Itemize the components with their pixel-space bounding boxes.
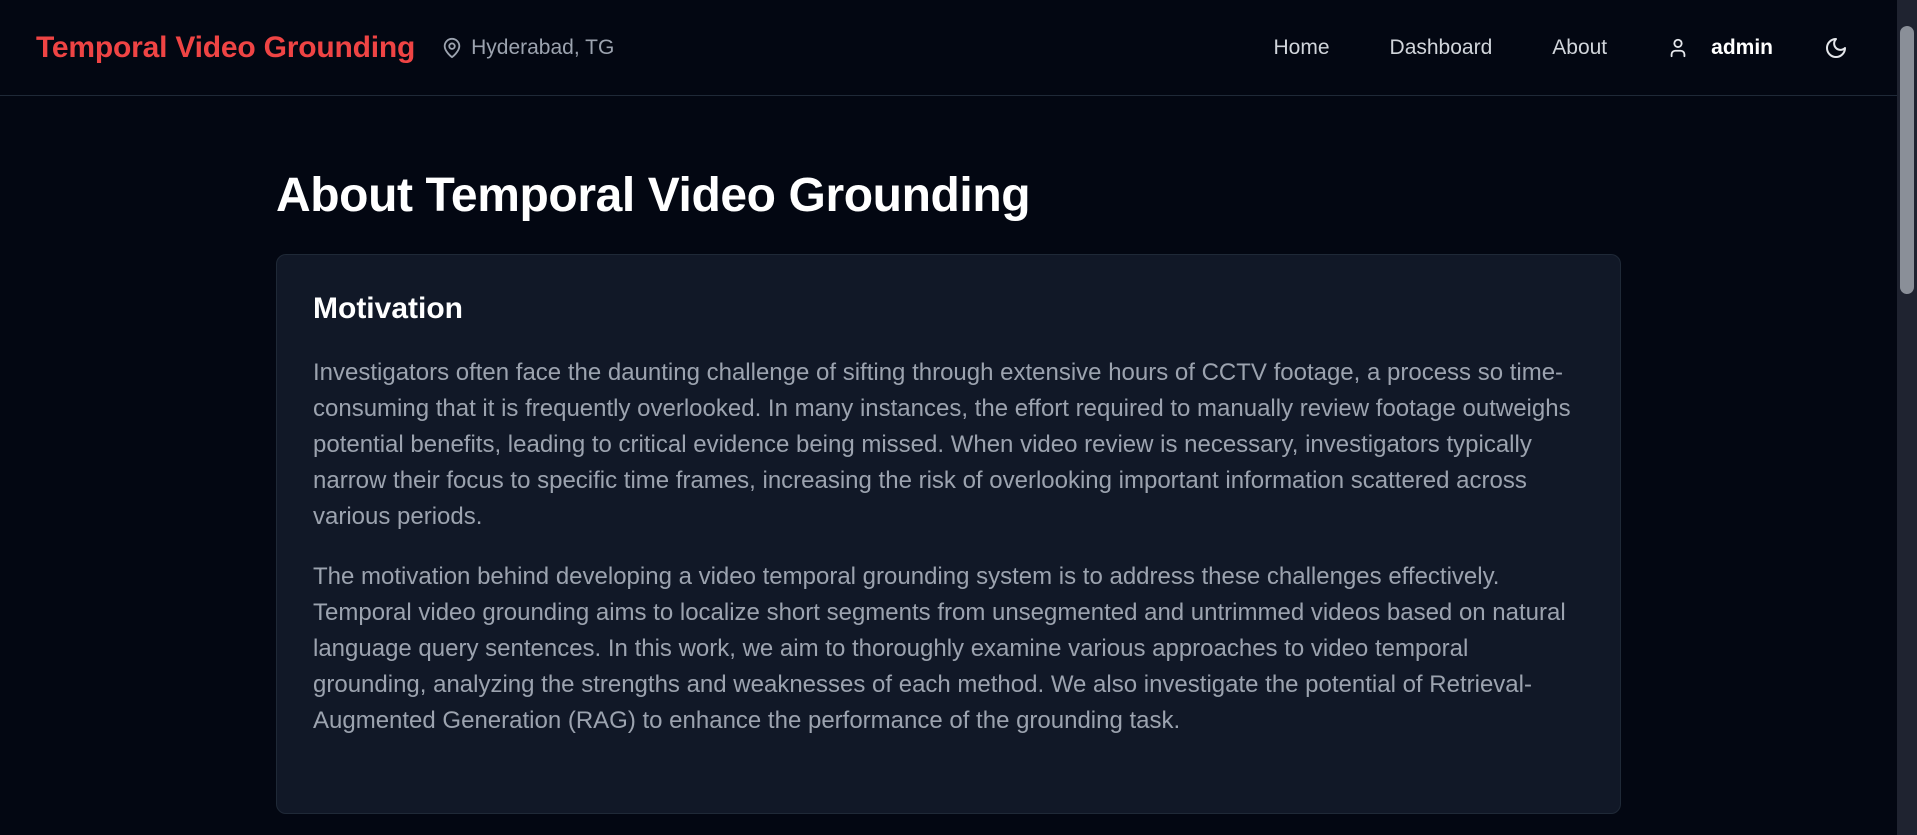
- user-menu[interactable]: admin: [1667, 36, 1773, 60]
- theme-toggle-button[interactable]: [1823, 35, 1849, 61]
- brand-logo-link[interactable]: Temporal Video Grounding: [36, 31, 415, 65]
- main-nav: Home Dashboard About admin: [1274, 35, 1862, 61]
- nav-dashboard-link[interactable]: Dashboard: [1390, 36, 1493, 60]
- paragraph: The motivation behind developing a video…: [313, 563, 1566, 734]
- location-text: Hyderabad, TG: [471, 35, 615, 59]
- scrollbar-thumb[interactable]: [1900, 26, 1914, 294]
- section-title: Motivation: [313, 292, 463, 325]
- location-indicator: Hyderabad, TG: [441, 36, 614, 60]
- main-content: About Temporal Video Grounding Motivatio…: [276, 96, 1621, 814]
- nav-about-link[interactable]: About: [1552, 36, 1607, 60]
- vertical-scrollbar[interactable]: [1897, 0, 1917, 835]
- user-icon: [1667, 37, 1689, 59]
- page-title: About Temporal Video Grounding: [276, 169, 1031, 222]
- map-pin-icon: [441, 37, 463, 59]
- nav-home-link[interactable]: Home: [1274, 36, 1330, 60]
- username-label: admin: [1711, 35, 1773, 59]
- paragraph: Investigators often face the daunting ch…: [313, 359, 1571, 530]
- motivation-card: Motivation Investigators often face the …: [276, 254, 1621, 814]
- top-navbar: Temporal Video Grounding Hyderabad, TG H…: [0, 0, 1897, 96]
- moon-icon: [1824, 36, 1848, 60]
